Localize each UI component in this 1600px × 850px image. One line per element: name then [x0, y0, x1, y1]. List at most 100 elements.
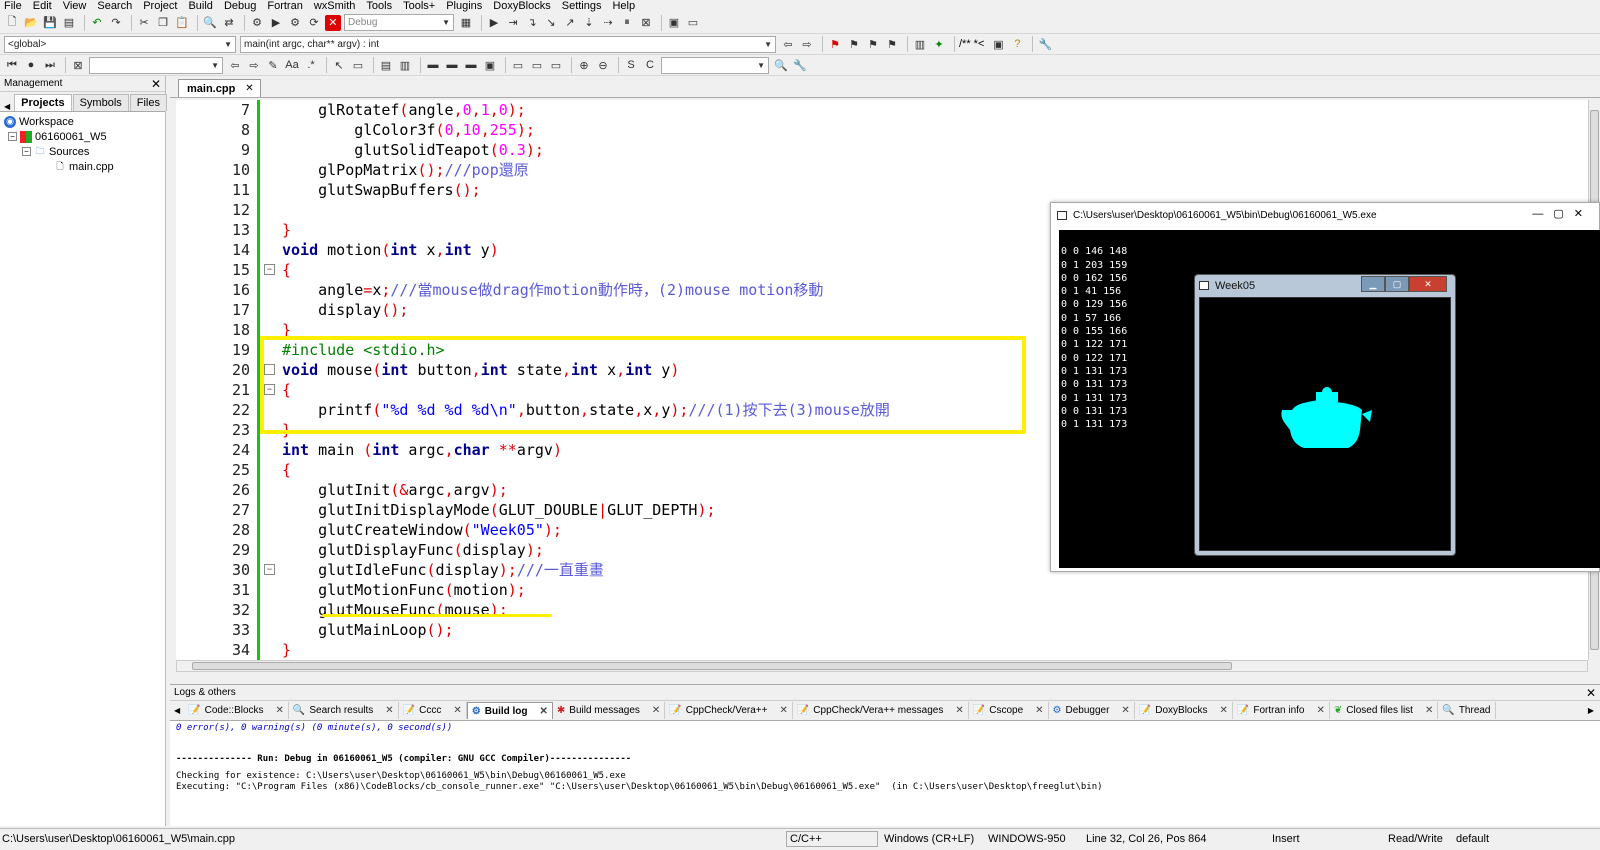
close-icon[interactable]: ✕ — [1425, 705, 1433, 716]
close-icon[interactable]: ✕ — [652, 705, 660, 716]
box-c-icon[interactable]: ▬ — [463, 57, 479, 73]
bookmark-prev-icon[interactable]: ⚑ — [846, 36, 862, 52]
maximize-icon[interactable]: ▢ — [1553, 208, 1573, 220]
zoom-out-icon[interactable]: ⊖ — [595, 57, 611, 73]
record-icon[interactable]: ● — [23, 57, 39, 73]
tab-thread[interactable]: 🔍 Thread — [1438, 702, 1496, 719]
frame-b-icon[interactable]: ▭ — [529, 57, 545, 73]
scroll-thumb[interactable] — [192, 662, 1232, 670]
menu-search[interactable]: Search — [97, 0, 132, 12]
menu-tools[interactable]: Tools — [366, 0, 392, 12]
replace-icon[interactable]: ⇄ — [221, 15, 237, 31]
box-d-icon[interactable]: ▣ — [482, 57, 498, 73]
gl-canvas[interactable] — [1199, 297, 1451, 551]
tab-closed-files[interactable]: ❦ Closed files list ✕ — [1330, 702, 1439, 719]
build-gear-icon[interactable]: ⚙ — [249, 15, 265, 31]
font-icon[interactable]: Aa — [284, 57, 300, 73]
regex-icon[interactable]: .* — [303, 57, 319, 73]
redo-icon[interactable]: ↷ — [108, 15, 124, 31]
target-settings-icon[interactable]: ▦ — [458, 15, 474, 31]
fold-toggle-icon[interactable]: − — [264, 264, 275, 275]
tree-project[interactable]: − 06160061_W5 — [0, 129, 165, 144]
close-icon[interactable]: ✕ — [385, 705, 393, 716]
arrow-right-icon[interactable]: ⇨ — [246, 57, 262, 73]
rect-icon[interactable]: ▭ — [350, 57, 366, 73]
close-icon[interactable]: ✕ — [151, 77, 161, 91]
save-all-icon[interactable]: ▤ — [61, 15, 77, 31]
next-line-icon[interactable]: ↴ — [524, 15, 540, 31]
close-icon[interactable]: ✕ — [1409, 276, 1447, 292]
bookmark-next-icon[interactable]: ⚑ — [865, 36, 881, 52]
next-instruction-icon[interactable]: ⇣ — [581, 15, 597, 31]
s-icon[interactable]: S — [623, 57, 639, 73]
misc-combo[interactable]: ▼ — [661, 56, 769, 74]
comment-block-button[interactable]: /** *< — [959, 38, 984, 50]
tab-build-messages[interactable]: ✱ Build messages ✕ — [553, 702, 666, 719]
scope-combo[interactable]: <global> ▼ — [4, 35, 236, 53]
tab-codeblocks[interactable]: 📝 Code::Blocks ✕ — [184, 702, 289, 719]
tab-fortran-info[interactable]: 📝 Fortran info ✕ — [1233, 702, 1330, 719]
zoom-in-icon[interactable]: ⊕ — [576, 57, 592, 73]
layout-a-icon[interactable]: ▤ — [378, 57, 394, 73]
menu-wxsmith[interactable]: wxSmith — [314, 0, 356, 12]
step-instruction-icon[interactable]: ⇢ — [600, 15, 616, 31]
tab-files[interactable]: Files — [129, 94, 167, 111]
search-icon[interactable]: 🔍 — [773, 57, 789, 73]
menu-settings[interactable]: Settings — [562, 0, 602, 12]
save-icon[interactable]: 💾 — [42, 15, 58, 31]
menu-view[interactable]: View — [63, 0, 87, 12]
menu-build[interactable]: Build — [188, 0, 212, 12]
next-icon[interactable]: ⏭ — [42, 57, 58, 73]
pause-icon[interactable]: ⏸ — [619, 15, 635, 31]
wrench-icon[interactable]: 🔧 — [1037, 36, 1053, 52]
tab-main-cpp[interactable]: main.cpp ✕ — [178, 79, 261, 97]
rebuild-icon[interactable]: ⟳ — [306, 15, 322, 31]
tab-debugger[interactable]: ⚙ Debugger ✕ — [1049, 702, 1135, 719]
close-icon[interactable]: ✕ — [955, 705, 963, 716]
run-icon[interactable]: ▶ — [268, 15, 284, 31]
undo-icon[interactable]: ↶ — [89, 15, 105, 31]
debug-windows-icon[interactable]: ▣ — [666, 15, 682, 31]
collapse-icon[interactable]: − — [22, 147, 31, 156]
debug-continue-icon[interactable]: ▶ — [486, 15, 502, 31]
tab-scroll-left-icon[interactable]: ◀ — [174, 706, 180, 715]
menu-help[interactable]: Help — [612, 0, 635, 12]
tab-scroll-left-icon[interactable]: ◀ — [4, 102, 10, 111]
tab-doxyblocks[interactable]: 📝 DoxyBlocks ✕ — [1135, 702, 1233, 719]
c-icon[interactable]: C — [642, 57, 658, 73]
close-icon[interactable]: ✕ — [1220, 705, 1228, 716]
tree-folder[interactable]: − 🗀 Sources — [0, 144, 165, 159]
tab-cppcheck[interactable]: 📝 CppCheck/Vera++ ✕ — [665, 702, 793, 719]
tree-file[interactable]: 🗋 main.cpp — [0, 159, 165, 174]
tab-projects[interactable]: Projects — [14, 94, 72, 111]
frame-a-icon[interactable]: ▭ — [510, 57, 526, 73]
tab-cscope[interactable]: 📝 Cscope ✕ — [969, 702, 1049, 719]
box-b-icon[interactable]: ▬ — [444, 57, 460, 73]
maximize-icon[interactable]: ▢ — [1385, 276, 1409, 292]
tab-build-log[interactable]: ⚙ Build log ✕ — [466, 702, 553, 719]
doxy-help-icon[interactable]: ? — [1009, 36, 1025, 52]
close-icon[interactable]: ✕ — [1035, 705, 1043, 716]
close-icon[interactable]: ✕ — [276, 705, 284, 716]
jump-forward-icon[interactable]: ⇨ — [799, 36, 815, 52]
close-icon[interactable]: ✕ — [453, 705, 461, 716]
arrow-left-icon[interactable]: ⇦ — [227, 57, 243, 73]
run-to-cursor-icon[interactable]: ⇥ — [505, 15, 521, 31]
doxy-extract-icon[interactable]: ▥ — [912, 36, 928, 52]
menu-debug[interactable]: Debug — [224, 0, 256, 12]
tab-symbols[interactable]: Symbols — [72, 94, 129, 111]
bookmark-clear-icon[interactable]: ⚑ — [884, 36, 900, 52]
abort-icon[interactable]: ✕ — [325, 14, 341, 31]
highlight-icon[interactable]: ✎ — [265, 57, 281, 73]
bookmark-toggle-icon[interactable]: ⚑ — [827, 36, 843, 52]
tree-workspace[interactable]: ◉ Workspace — [0, 114, 165, 129]
prev-icon[interactable]: ⏮ — [4, 57, 20, 73]
close-icon[interactable]: ✕ — [540, 706, 548, 717]
menu-project[interactable]: Project — [143, 0, 177, 12]
tool-icon[interactable]: 🔧 — [792, 57, 808, 73]
jump-back-icon[interactable]: ⇦ — [780, 36, 796, 52]
doxy-run-icon[interactable]: ✦ — [931, 36, 947, 52]
build-run-icon[interactable]: ⚙ — [287, 15, 303, 31]
tab-cccc[interactable]: 📝 Cccc ✕ — [399, 702, 467, 719]
doxy-html-icon[interactable]: ▣ — [990, 36, 1006, 52]
